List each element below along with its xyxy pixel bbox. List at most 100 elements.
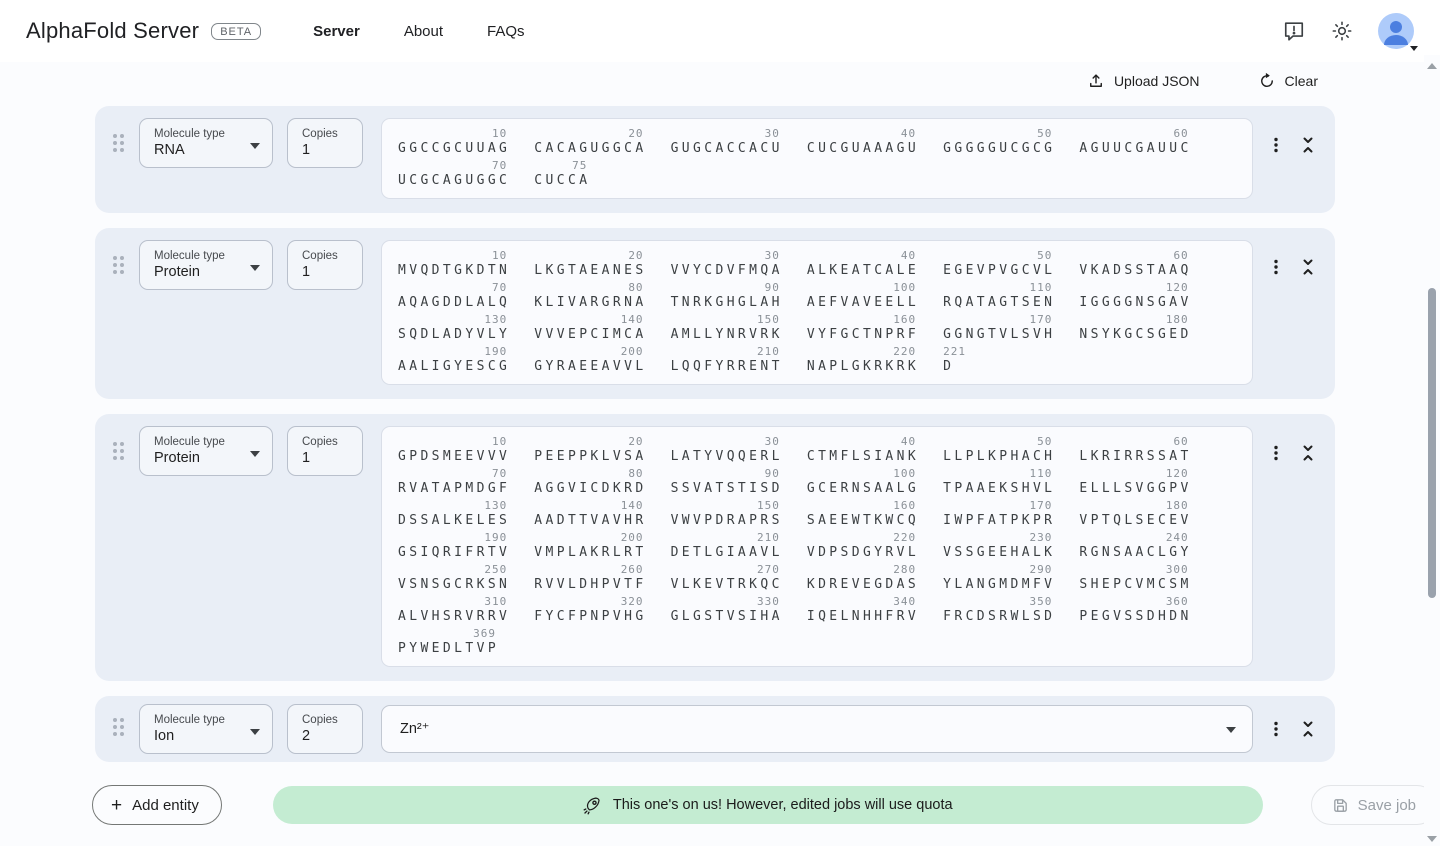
- residue-letters: IWPFATPKPR: [943, 512, 1055, 529]
- residue-number: 200: [534, 532, 646, 544]
- residue-letters: NSYKGCSGED: [1079, 326, 1191, 343]
- scrollbar-thumb[interactable]: [1428, 288, 1436, 598]
- save-job-button[interactable]: Save job: [1311, 785, 1437, 825]
- molecule-type-value: Protein: [154, 264, 260, 280]
- sequence-group: 90SSVATSTISD: [671, 468, 783, 497]
- sequence-group: 150AMLLYNRVRK: [671, 314, 783, 343]
- residue-number: 130: [398, 500, 510, 512]
- collapse-button[interactable]: [1297, 256, 1319, 278]
- rocket-icon: [583, 796, 602, 815]
- sequence-group: 100AEFVAVEELL: [807, 282, 919, 311]
- nav-faqs[interactable]: FAQs: [487, 23, 525, 40]
- sequence-group: 10GPDSMEEVVV: [398, 436, 510, 465]
- kebab-menu-button[interactable]: [1265, 256, 1287, 278]
- sequence-group: 221D: [943, 346, 969, 375]
- sequence-group: 240RGNSAACLGY: [1079, 532, 1191, 561]
- residue-letters: SQDLADYVLY: [398, 326, 510, 343]
- sequence-group: 160SAEEWTKWCQ: [807, 500, 919, 529]
- sequence-group: 360PEGVSSDHDN: [1079, 596, 1191, 625]
- molecule-type-select[interactable]: Molecule type Protein: [139, 426, 273, 476]
- residue-number: 30: [671, 250, 783, 262]
- molecule-type-select[interactable]: Molecule type RNA: [139, 118, 273, 168]
- residue-letters: PEGVSSDHDN: [1079, 608, 1191, 625]
- residue-letters: LKGTAEANES: [534, 262, 646, 279]
- residue-letters: LATYVQQERL: [671, 448, 783, 465]
- card-actions: [1265, 442, 1319, 464]
- molecule-type-select[interactable]: Molecule type Protein: [139, 240, 273, 290]
- main-nav: Server About FAQs: [313, 23, 524, 40]
- residue-letters: RQATAGTSEN: [943, 294, 1055, 311]
- kebab-menu-button[interactable]: [1265, 718, 1287, 740]
- sequence-box[interactable]: 10MVQDTGKDTN20LKGTAEANES30VVYCDVFMQA40AL…: [381, 240, 1253, 385]
- copies-input[interactable]: Copies 2: [287, 704, 363, 754]
- residue-number: 60: [1079, 250, 1191, 262]
- sequence-group: 110RQATAGTSEN: [943, 282, 1055, 311]
- residue-letters: GYRAEEAVVL: [534, 358, 646, 375]
- drag-handle[interactable]: [113, 718, 127, 736]
- sequence-group: 70AQAGDDLALQ: [398, 282, 510, 311]
- sequence-group: 190AALIGYESCG: [398, 346, 510, 375]
- residue-number: 221: [943, 346, 969, 358]
- residue-number: 200: [534, 346, 646, 358]
- sequence-group: 250VSNSGCRKSN: [398, 564, 510, 593]
- nav-server[interactable]: Server: [313, 23, 360, 40]
- sequence-box[interactable]: 10GPDSMEEVVV20PEEPPKLVSA30LATYVQQERL40CT…: [381, 426, 1253, 667]
- scrollbar-down-arrow-icon[interactable]: [1427, 836, 1437, 842]
- card-actions: [1265, 718, 1319, 740]
- residue-number: 75: [534, 160, 590, 172]
- residue-letters: UCGCAGUGGC: [398, 172, 510, 189]
- nav-about[interactable]: About: [404, 23, 443, 40]
- molecule-type-label: Molecule type: [154, 436, 260, 448]
- residue-letters: EGEVPVGCVL: [943, 262, 1055, 279]
- residue-letters: CUCCA: [534, 172, 590, 189]
- sequence-group: 170IWPFATPKPR: [943, 500, 1055, 529]
- residue-number: 90: [671, 282, 783, 294]
- scrollbar-up-arrow-icon[interactable]: [1427, 63, 1437, 69]
- sequence-group: 40CTMFLSIANK: [807, 436, 919, 465]
- drag-handle[interactable]: [113, 442, 127, 460]
- residue-letters: TPAAEKSHVL: [943, 480, 1055, 497]
- residue-number: 360: [1079, 596, 1191, 608]
- residue-number: 150: [671, 314, 783, 326]
- theme-toggle-icon[interactable]: [1330, 19, 1354, 43]
- residue-letters: GLGSTVSIHA: [671, 608, 783, 625]
- residue-number: 290: [943, 564, 1055, 576]
- add-entity-button[interactable]: + Add entity: [92, 785, 222, 825]
- copies-input[interactable]: Copies 1: [287, 240, 363, 290]
- sequence-box[interactable]: 10GGCCGCUUAG20CACAGUGGCA30GUGCACCACU40CU…: [381, 118, 1253, 199]
- residue-letters: FRCDSRWLSD: [943, 608, 1055, 625]
- molecule-type-select[interactable]: Molecule type Ion: [139, 704, 273, 754]
- residue-letters: AQAGDDLALQ: [398, 294, 510, 311]
- kebab-menu-button[interactable]: [1265, 442, 1287, 464]
- beta-badge: BETA: [211, 23, 261, 40]
- ion-select[interactable]: Zn²⁺: [381, 705, 1253, 753]
- sequence-group: 140AADTTVAVHR: [534, 500, 646, 529]
- sequence-group: 210DETLGIAAVL: [671, 532, 783, 561]
- copies-input[interactable]: Copies 1: [287, 426, 363, 476]
- residue-number: 190: [398, 532, 510, 544]
- residue-letters: VWVPDRAPRS: [671, 512, 783, 529]
- residue-letters: KLIVARGRNA: [534, 294, 646, 311]
- quota-banner: This one's on us! However, edited jobs w…: [273, 786, 1263, 824]
- drag-handle[interactable]: [113, 256, 127, 274]
- residue-letters: DSSALKELES: [398, 512, 510, 529]
- clear-button[interactable]: Clear: [1258, 72, 1318, 90]
- collapse-button[interactable]: [1297, 718, 1319, 740]
- kebab-menu-button[interactable]: [1265, 134, 1287, 156]
- residue-number: 240: [1079, 532, 1191, 544]
- upload-json-button[interactable]: Upload JSON: [1087, 72, 1200, 90]
- residue-number: 120: [1079, 282, 1191, 294]
- feedback-icon[interactable]: [1282, 19, 1306, 43]
- copies-input[interactable]: Copies 1: [287, 118, 363, 168]
- sequence-group: 20PEEPPKLVSA: [534, 436, 646, 465]
- collapse-button[interactable]: [1297, 442, 1319, 464]
- sequence-group: 200GYRAEEAVVL: [534, 346, 646, 375]
- residue-letters: LKRIRRSSAT: [1079, 448, 1191, 465]
- residue-letters: IQELNHHFRV: [807, 608, 919, 625]
- avatar[interactable]: [1378, 13, 1414, 49]
- molecule-type-label: Molecule type: [154, 128, 260, 140]
- residue-letters: VYFGCTNPRF: [807, 326, 919, 343]
- drag-handle[interactable]: [113, 134, 127, 152]
- residue-number: 80: [534, 468, 646, 480]
- collapse-button[interactable]: [1297, 134, 1319, 156]
